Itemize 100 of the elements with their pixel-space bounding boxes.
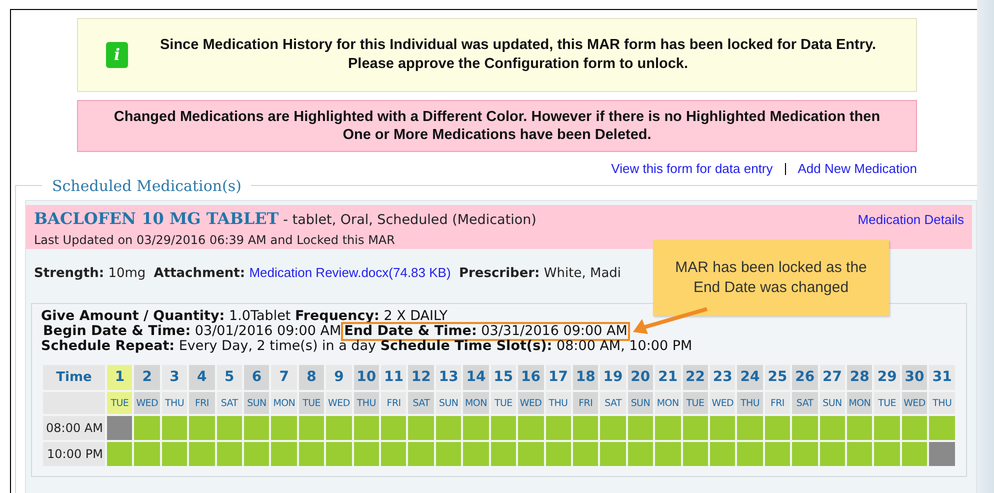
day-header[interactable]: 18 [572,365,598,390]
dose-cell[interactable] [820,442,845,466]
dose-cell[interactable] [162,416,188,440]
dose-cell[interactable] [436,416,462,440]
day-header[interactable]: 28 [846,365,872,390]
dose-cell[interactable] [682,416,708,440]
dose-cell[interactable] [764,442,790,466]
dose-cell[interactable] [490,442,516,466]
day-header[interactable]: 16 [518,365,544,390]
dose-cell[interactable] [710,416,736,440]
dose-cell[interactable] [298,442,324,466]
dose-cell[interactable] [902,416,928,440]
dose-cell[interactable] [628,416,654,440]
dose-cell[interactable] [546,416,571,440]
dose-cell[interactable] [600,416,626,440]
day-header[interactable]: 13 [436,365,462,390]
dose-cell[interactable] [162,442,188,466]
day-header[interactable]: 3 [162,365,188,390]
dose-cell[interactable] [271,442,297,466]
day-header[interactable]: 23 [710,365,736,390]
dose-cell[interactable] [792,442,818,466]
day-header[interactable]: 31 [929,365,955,390]
day-header[interactable]: 7 [271,365,297,390]
dose-cell[interactable] [326,442,352,466]
dose-cell[interactable] [655,442,681,466]
day-header[interactable]: 19 [600,365,626,390]
day-header[interactable]: 17 [546,365,571,390]
day-header[interactable]: 5 [216,365,242,390]
dose-cell[interactable] [572,442,598,466]
dose-cell[interactable] [874,416,900,440]
form-link[interactable]: View this form for data entry [611,159,773,178]
dose-cell[interactable] [216,416,242,440]
day-header[interactable]: 27 [820,365,845,390]
day-header[interactable]: 22 [682,365,708,390]
dose-cell[interactable] [929,442,955,466]
day-header[interactable]: 25 [764,365,790,390]
dose-cell[interactable] [408,442,434,466]
dose-cell[interactable] [463,442,489,466]
dose-cell[interactable] [134,416,160,440]
dose-cell[interactable] [929,416,955,440]
dose-cell[interactable] [354,442,380,466]
day-header[interactable]: 9 [326,365,352,390]
dose-cell[interactable] [298,416,324,440]
dose-cell[interactable] [326,416,352,440]
field-label: Prescriber: [458,266,540,280]
dose-cell[interactable] [737,416,763,440]
day-header[interactable]: 11 [381,365,406,390]
dose-cell[interactable] [792,416,818,440]
dose-cell[interactable] [381,442,406,466]
dose-cell[interactable] [271,416,297,440]
dose-cell[interactable] [490,416,516,440]
dose-cell[interactable] [600,442,626,466]
day-header[interactable]: 6 [244,365,270,390]
day-header[interactable]: 2 [134,365,160,390]
dose-cell[interactable] [518,442,544,466]
dose-cell[interactable] [846,416,872,440]
dose-cell[interactable] [628,442,654,466]
day-header[interactable]: 8 [298,365,324,390]
dose-cell[interactable] [820,416,845,440]
dose-cell[interactable] [134,442,160,466]
day-header[interactable]: 10 [354,365,380,390]
dose-cell[interactable] [107,416,132,440]
day-header[interactable]: 14 [463,365,489,390]
dose-cell[interactable] [244,442,270,466]
field-label: End Date & Time: [344,323,477,339]
dose-cell[interactable] [682,442,708,466]
day-header[interactable]: 30 [902,365,928,390]
dose-cell[interactable] [846,442,872,466]
day-header[interactable]: 29 [874,365,900,390]
dose-cell[interactable] [572,416,598,440]
day-header[interactable]: 15 [490,365,516,390]
day-header[interactable]: 24 [737,365,763,390]
dose-cell[interactable] [107,442,132,466]
add-medication-link[interactable]: Add New Medication [798,159,917,178]
dose-cell[interactable] [381,416,406,440]
dose-cell[interactable] [463,416,489,440]
day-header[interactable]: 1 [107,365,132,390]
dose-cell[interactable] [216,442,242,466]
dose-cell[interactable] [737,442,763,466]
dose-cell[interactable] [189,416,215,440]
day-header[interactable]: 4 [189,365,215,390]
dose-cell[interactable] [436,442,462,466]
dose-cell[interactable] [244,416,270,440]
day-header[interactable]: 26 [792,365,818,390]
dose-cell[interactable] [189,442,215,466]
dose-cell[interactable] [354,416,380,440]
dose-cell[interactable] [710,442,736,466]
dose-cell[interactable] [518,416,544,440]
dose-cell[interactable] [655,416,681,440]
day-header[interactable]: 12 [408,365,434,390]
dose-cell[interactable] [902,442,928,466]
dose-cell[interactable] [546,442,571,466]
weekday-header: SUN [244,392,270,414]
attachment-link[interactable]: Medication Review.docx(74.83 KB) [249,264,451,280]
day-header[interactable]: 20 [628,365,654,390]
day-header[interactable]: 21 [655,365,681,390]
dose-cell[interactable] [408,416,434,440]
weekday-header: SUN [436,392,462,414]
dose-cell[interactable] [874,442,900,466]
dose-cell[interactable] [764,416,790,440]
